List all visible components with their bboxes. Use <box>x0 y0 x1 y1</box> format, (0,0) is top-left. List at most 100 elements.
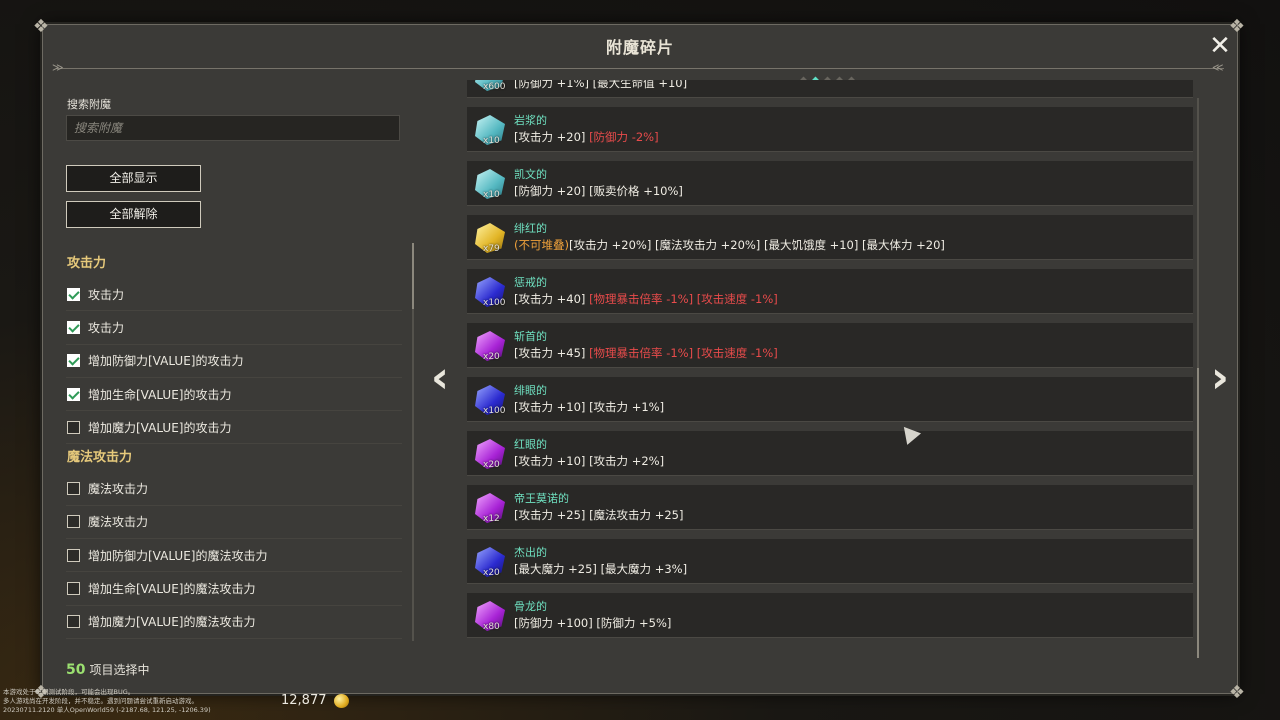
fragment-row[interactable]: x20 杰出的 [最大魔力 +25] [最大魔力 +3%] <box>467 539 1193 584</box>
fragment-quantity: x12 <box>483 514 500 524</box>
selection-count-number: 50 <box>66 662 86 678</box>
effect-text: [攻击力 +20] <box>514 130 586 144</box>
fragment-effects: [防御力 +1%] [最大生命值 +10] <box>514 80 687 91</box>
filter-checkbox[interactable] <box>67 320 80 334</box>
filter-checkbox[interactable] <box>67 482 80 496</box>
fragment-row[interactable]: x79 绯红的 (不可堆叠)[攻击力 +20%] [魔法攻击力 +20%] [最大饥… <box>467 215 1193 260</box>
filter-option-label: 增加魔力[VALUE]的魔法攻击力 <box>88 615 256 630</box>
fragment-row[interactable]: x80 骨龙的 [防御力 +100] [防御力 +5%] <box>467 593 1193 638</box>
effect-text: [最大魔力 +3%] <box>600 562 688 576</box>
filter-group-heading: 攻击力 <box>67 256 107 271</box>
fragment-quantity: x600 <box>483 82 506 92</box>
fragment-scrollbar[interactable] <box>1197 98 1199 658</box>
filter-checkbox[interactable] <box>67 354 80 368</box>
fragment-effects: (不可堆叠)[攻击力 +20%] [魔法攻击力 +20%] [最大饥饿度 +10… <box>514 237 945 253</box>
gold-amount: 12,877 <box>281 693 327 708</box>
show-all-button[interactable]: 全部显示 <box>66 165 201 192</box>
effect-text: [物理暴击倍率 -1%] <box>589 292 694 306</box>
fragment-name: 杰出的 <box>514 546 547 559</box>
fragment-quantity: x20 <box>483 460 500 470</box>
fragment-quantity: x10 <box>483 136 500 146</box>
fragment-row[interactable]: x20 斩首的 [攻击力 +45] [物理暴击倍率 -1%] [攻击速度 -1%] <box>467 323 1193 368</box>
fragment-row[interactable]: x10 凯文的 [防御力 +20] [贩卖价格 +10%] <box>467 161 1193 206</box>
fragment-name: 帝王莫诺的 <box>514 492 569 505</box>
fragment-row[interactable]: x10 岩浆的 [攻击力 +20] [防御力 -2%] <box>467 107 1193 152</box>
next-page-arrow-icon[interactable]: › <box>1206 350 1234 406</box>
filter-option-label: 魔法攻击力 <box>88 482 149 497</box>
clear-all-button[interactable]: 全部解除 <box>66 201 201 228</box>
effect-text: [物理暴击倍率 -1%] <box>589 346 694 360</box>
fragment-effects: [最大魔力 +25] [最大魔力 +3%] <box>514 561 687 577</box>
selection-count: 50 项目选择中 <box>66 661 150 678</box>
fragment-effects: [攻击力 +10] [攻击力 +1%] <box>514 399 664 415</box>
filter-checkbox[interactable] <box>67 548 80 562</box>
fragment-quantity: x20 <box>483 568 500 578</box>
fragment-row[interactable]: x20 红眼的 [攻击力 +10] [攻击力 +2%] <box>467 431 1193 476</box>
filter-checkbox[interactable] <box>67 582 80 596</box>
filter-checkbox[interactable] <box>67 615 80 629</box>
filter-checkbox[interactable] <box>67 387 80 401</box>
search-input[interactable] <box>66 115 400 141</box>
filter-option[interactable]: 增加防御力[VALUE]的攻击力 <box>66 345 402 378</box>
fragment-quantity: x10 <box>483 190 500 200</box>
effect-text: [贩卖价格 +10%] <box>589 184 683 198</box>
notice-line: 多人游戏尚在开发阶段，并不稳定。遇到问题请尝试重新启动游戏。 <box>3 697 198 705</box>
window-title: 附魔碎片 <box>605 38 674 57</box>
filter-scrollbar[interactable] <box>412 243 414 641</box>
filter-option[interactable]: 魔法攻击力 <box>66 506 402 540</box>
corner-ornament-icon: ❖ <box>1228 682 1246 703</box>
fragment-name: 绯红的 <box>514 222 547 235</box>
filter-checkbox[interactable] <box>67 515 80 529</box>
effect-text: [防御力 +1%] <box>514 80 590 90</box>
filter-checkbox[interactable] <box>67 287 80 301</box>
effect-text: [魔法攻击力 +20%] <box>654 238 761 252</box>
fragment-quantity: x20 <box>483 352 500 362</box>
effect-text: [攻击力 +40] <box>514 292 586 306</box>
effect-text: (不可堆叠) <box>514 238 569 252</box>
fragment-name: 绯眼的 <box>514 384 547 397</box>
fragment-effects: [防御力 +20] [贩卖价格 +10%] <box>514 183 683 199</box>
scrollbar-thumb[interactable] <box>412 243 414 309</box>
build-notice: 本游戏处于早期测试阶段，可能会出现BUG。 多人游戏尚在开发阶段，并不稳定。遇到… <box>3 688 211 715</box>
filter-option-label: 攻击力 <box>88 287 125 302</box>
divider-cap-icon: ≫ <box>52 61 64 74</box>
notice-line: 本游戏处于早期测试阶段，可能会出现BUG。 <box>3 688 135 696</box>
divider-cap-icon: ≪ <box>1212 61 1224 74</box>
effect-text: [魔法攻击力 +25] <box>589 508 684 522</box>
filter-list: 攻击力 攻击力 攻击力 增加防御力[VALUE]的攻击力 增加生命[VALUE]的攻击力… <box>66 250 402 642</box>
filter-checkbox[interactable] <box>67 420 80 434</box>
effect-text: [攻击力 +2%] <box>589 454 665 468</box>
filter-option[interactable]: 增加防御力[VALUE]的魔法攻击力 <box>66 539 402 573</box>
fragment-name: 惩戒的 <box>514 276 547 289</box>
fragment-quantity: x100 <box>483 406 506 416</box>
fragment-row[interactable]: x100 惩戒的 [攻击力 +40] [物理暴击倍率 -1%] [攻击速度 -1%] <box>467 269 1193 314</box>
filter-option[interactable]: 魔法攻击力 <box>66 472 402 506</box>
filter-option-label: 魔法攻击力 <box>88 515 149 530</box>
effect-text: [攻击力 +10] <box>514 400 586 414</box>
fragment-effects: [攻击力 +45] [物理暴击倍率 -1%] [攻击速度 -1%] <box>514 345 778 361</box>
effect-text: [攻击力 +25] <box>514 508 586 522</box>
fragment-effects: [攻击力 +10] [攻击力 +2%] <box>514 453 664 469</box>
close-button[interactable]: ✕ <box>1206 32 1234 60</box>
prev-page-arrow-icon[interactable]: ‹ <box>426 350 454 406</box>
filter-option[interactable]: 增加魔力[VALUE]的魔法攻击力 <box>66 606 402 639</box>
effect-text: [最大生命值 +10] <box>592 80 688 90</box>
effect-text: [防御力 -2%] <box>589 130 659 144</box>
fragment-row[interactable]: x12 帝王莫诺的 [攻击力 +25] [魔法攻击力 +25] <box>467 485 1193 530</box>
filter-option[interactable]: 攻击力 <box>66 278 402 312</box>
fragment-row[interactable]: x100 绯眼的 [攻击力 +10] [攻击力 +1%] <box>467 377 1193 422</box>
filter-option[interactable]: 增加魔力[VALUE]的攻击力 <box>66 411 402 445</box>
filter-option[interactable]: 增加生命[VALUE]的魔法攻击力 <box>66 572 402 606</box>
fragment-quantity: x80 <box>483 622 500 632</box>
scrollbar-thumb[interactable] <box>1197 368 1199 658</box>
effect-text: [最大魔力 +25] <box>514 562 597 576</box>
effect-text: [攻击力 +20%] <box>568 238 652 252</box>
filter-option[interactable]: 攻击力 <box>66 311 402 345</box>
filter-group-heading: 魔法攻击力 <box>67 450 133 466</box>
fragment-row[interactable]: x600石英大的[防御力 +1%] [最大生命值 +10] <box>467 80 1193 98</box>
effect-text: [防御力 +100] <box>514 616 593 630</box>
fragment-list: x600石英大的[防御力 +1%] [最大生命值 +10] x10 岩浆的 [攻击力 … <box>467 80 1194 662</box>
fragment-quantity: x79 <box>483 244 500 254</box>
fragment-effects: [攻击力 +20] [防御力 -2%] <box>514 129 659 145</box>
filter-option[interactable]: 增加生命[VALUE]的攻击力 <box>66 378 402 412</box>
